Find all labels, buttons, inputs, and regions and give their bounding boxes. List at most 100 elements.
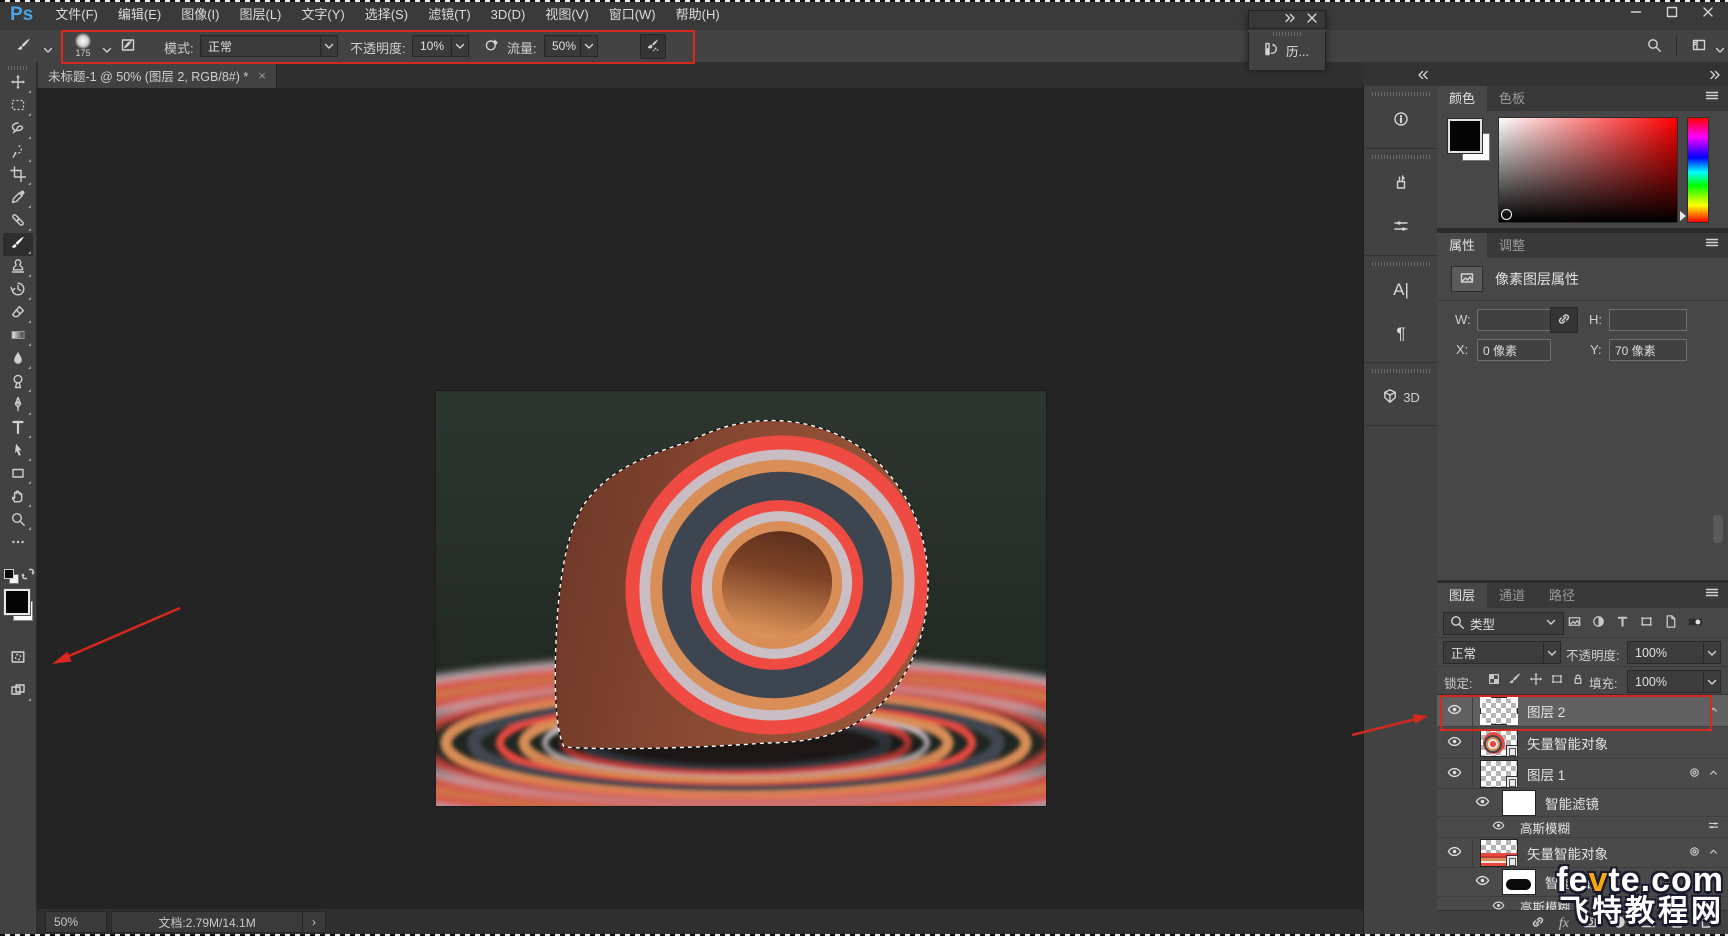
blend-mode-dropdown[interactable]: 正常 [200, 35, 338, 57]
marquee-tool[interactable] [3, 95, 33, 118]
workspace-chevron-icon[interactable] [1712, 42, 1728, 61]
layer-thumbnail[interactable] [1480, 696, 1518, 725]
tool-preset-chevron-icon[interactable] [40, 42, 56, 61]
clone-stamp-tool[interactable] [3, 256, 33, 279]
visibility-eye-icon[interactable] [1475, 873, 1490, 891]
filter-smart-objects-icon[interactable] [1663, 614, 1678, 632]
eyedropper-tool[interactable] [3, 187, 33, 210]
search-button[interactable] [1642, 35, 1666, 57]
brush-size-chevron-icon[interactable] [99, 42, 115, 61]
crop-tool[interactable] [3, 164, 33, 187]
gradient-tool[interactable] [3, 325, 33, 348]
link-dimensions-button[interactable] [1550, 307, 1578, 333]
smart-filter-indicator-icon[interactable] [1688, 766, 1701, 782]
visibility-eye-icon[interactable] [1447, 765, 1462, 783]
layer-filter-type-dropdown[interactable]: 类型 [1443, 612, 1564, 635]
document-canvas[interactable] [273, 391, 1199, 832]
tab-adjustments[interactable]: 调整 [1487, 233, 1537, 258]
layer-thumbnail[interactable] [1480, 728, 1518, 757]
filter-pixel-layers-icon[interactable] [1567, 614, 1582, 632]
zoom-tool[interactable] [3, 509, 33, 532]
layer-thumbnail[interactable] [1480, 759, 1518, 788]
menu-item-0[interactable]: 文件(F) [45, 0, 108, 30]
new-layer-button[interactable] [1669, 914, 1685, 933]
filter-mask-thumbnail[interactable] [1502, 789, 1536, 816]
layer-row-0[interactable]: 图层 2 [1437, 695, 1728, 727]
collapse-chevron-icon[interactable] [1707, 703, 1720, 719]
tab-close-icon[interactable]: × [258, 68, 266, 83]
history-collapse-icon[interactable] [1282, 10, 1298, 29]
menu-item-7[interactable]: 3D(D) [481, 0, 536, 30]
healing-brush-tool[interactable] [3, 210, 33, 233]
layer-blend-mode-dropdown[interactable]: 正常 [1443, 641, 1561, 664]
layer-thumbnail[interactable] [1480, 838, 1518, 867]
properties-scrollbar[interactable] [1713, 515, 1723, 543]
close-button[interactable] [1694, 2, 1722, 24]
height-input[interactable] [1609, 309, 1687, 331]
visibility-eye-icon[interactable] [1447, 702, 1462, 720]
menu-item-5[interactable]: 选择(S) [355, 0, 418, 30]
type-tool[interactable] [3, 417, 33, 440]
screen-mode-button[interactable] [3, 680, 33, 703]
default-colors-icon[interactable] [4, 569, 14, 579]
new-group-button[interactable] [1640, 914, 1656, 933]
filter-adjustment-layers-icon[interactable] [1591, 614, 1606, 632]
foreground-color-swatch[interactable] [3, 588, 31, 616]
toggle-brush-panel-button[interactable] [117, 35, 139, 57]
brush-size-picker[interactable]: 175 [70, 32, 96, 60]
smart-filter-indicator-icon[interactable] [1688, 845, 1701, 861]
visibility-eye-icon[interactable] [1492, 819, 1505, 835]
hue-slider-cursor[interactable] [1680, 211, 1686, 221]
dock-brush-settings-panel[interactable] [1364, 205, 1438, 249]
blur-tool[interactable] [3, 348, 33, 371]
layer-fill-dropdown[interactable]: 100% [1627, 670, 1721, 693]
tool-preset-brush[interactable] [12, 35, 36, 57]
menu-item-8[interactable]: 视图(V) [535, 0, 598, 30]
airbrush-button[interactable] [640, 34, 666, 59]
hand-tool[interactable] [3, 486, 33, 509]
minimize-button[interactable] [1622, 2, 1650, 24]
history-panel-header[interactable] [1248, 10, 1326, 29]
dodge-tool[interactable] [3, 371, 33, 394]
filter-toggle-icon[interactable] [1687, 614, 1704, 632]
dock-3d-panel[interactable]: 3D [1364, 375, 1438, 419]
document-tab[interactable]: 未标题-1 @ 50% (图层 2, RGB/8#) * × [38, 62, 277, 88]
quick-selection-tool[interactable] [3, 141, 33, 164]
collapse-chevron-icon[interactable] [1707, 766, 1720, 782]
pen-tool[interactable] [3, 394, 33, 417]
edit-toolbar[interactable] [3, 532, 33, 555]
eraser-tool[interactable] [3, 302, 33, 325]
new-adjustment-layer-button[interactable] [1611, 914, 1627, 933]
filter-mask-thumbnail[interactable] [1502, 869, 1536, 895]
tab-paths[interactable]: 路径 [1537, 583, 1587, 608]
x-input[interactable]: 0 像素 [1477, 339, 1551, 361]
lock-all-icon[interactable] [1571, 672, 1585, 689]
menu-item-9[interactable]: 窗口(W) [599, 0, 666, 30]
tab-properties[interactable]: 属性 [1437, 233, 1488, 258]
layer-row-3[interactable]: 智能滤镜 [1437, 789, 1728, 817]
hue-strip[interactable] [1687, 117, 1709, 223]
status-options-button[interactable]: › [303, 911, 326, 933]
filter-shape-layers-icon[interactable] [1639, 614, 1654, 632]
properties-panel-menu-icon[interactable] [1704, 235, 1720, 254]
width-input[interactable] [1477, 309, 1551, 331]
layer-row-1[interactable]: 矢量智能对象 [1437, 727, 1728, 759]
lock-artboard-icon[interactable] [1550, 672, 1564, 689]
color-saturation-field[interactable] [1498, 117, 1678, 223]
workspace-switcher[interactable] [1686, 35, 1712, 57]
tablet-pressure-opacity-button[interactable] [481, 35, 503, 57]
tab-channels[interactable]: 通道 [1487, 583, 1537, 608]
collapse-chevron-icon[interactable] [1707, 845, 1720, 861]
visibility-eye-icon[interactable] [1447, 844, 1462, 862]
layer-row-2[interactable]: 图层 1 [1437, 759, 1728, 789]
tab-layers[interactable]: 图层 [1437, 583, 1488, 608]
layer-row-6[interactable]: 智能滤镜 [1437, 868, 1728, 897]
zoom-level-field[interactable]: 50% [45, 911, 107, 933]
brush-tool[interactable] [3, 233, 33, 256]
layer-row-5[interactable]: 矢量智能对象 [1437, 838, 1728, 868]
layer-row-4[interactable]: 高斯模糊 [1437, 817, 1728, 838]
expand-dock-icon[interactable] [1415, 67, 1431, 86]
menu-item-3[interactable]: 图层(L) [229, 0, 291, 30]
dock-character-panel[interactable]: A| [1364, 268, 1438, 312]
quick-mask-button[interactable] [3, 647, 33, 670]
